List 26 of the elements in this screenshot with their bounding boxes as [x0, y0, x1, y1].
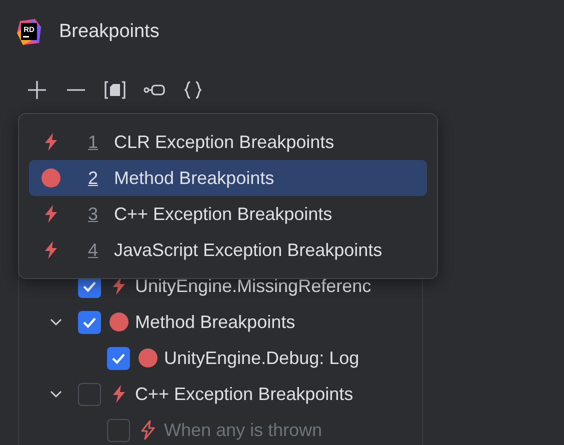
mnemonic-number: 2	[86, 168, 99, 188]
menu-item-label: CLR Exception Breakpoints	[114, 132, 334, 152]
mnemonic-number: 4	[86, 240, 99, 260]
menu-item-label: Method Breakpoints	[114, 168, 274, 188]
file-icon[interactable]	[104, 79, 126, 101]
window-title: Breakpoints	[59, 21, 160, 43]
mnemonic-number: 1	[86, 132, 99, 152]
breakpoint-dot-icon	[109, 312, 129, 332]
mnemonic-number: 3	[86, 204, 99, 224]
breakpoint-dot-icon	[138, 348, 158, 368]
menu-item-label: C++ Exception Breakpoints	[114, 204, 332, 224]
breakpoint-dot-icon	[41, 168, 61, 188]
menu-item[interactable]: 3 C++ Exception Breakpoints	[29, 196, 427, 232]
menu-item[interactable]: 1 CLR Exception Breakpoints	[29, 124, 427, 160]
breakpoint-label[interactable]: Method Breakpoints	[135, 312, 296, 332]
checkbox[interactable]	[107, 346, 130, 370]
add-icon[interactable]	[26, 79, 48, 101]
checkbox[interactable]	[78, 382, 101, 406]
breakpoint-label[interactable]: UnityEngine.Debug: Log	[164, 348, 360, 368]
menu-item[interactable]: 4 JavaScript Exception Breakpoints	[29, 232, 427, 268]
breakpoint-label[interactable]: C++ Exception Breakpoints	[135, 384, 354, 404]
braces-icon[interactable]	[182, 79, 204, 101]
menu-item-label: JavaScript Exception Breakpoints	[114, 240, 382, 260]
breakpoint-label[interactable]: UnityEngine.MissingReferenc	[135, 276, 372, 296]
checkbox[interactable]	[78, 310, 101, 334]
menu-item[interactable]: 2 Method Breakpoints	[29, 160, 427, 196]
